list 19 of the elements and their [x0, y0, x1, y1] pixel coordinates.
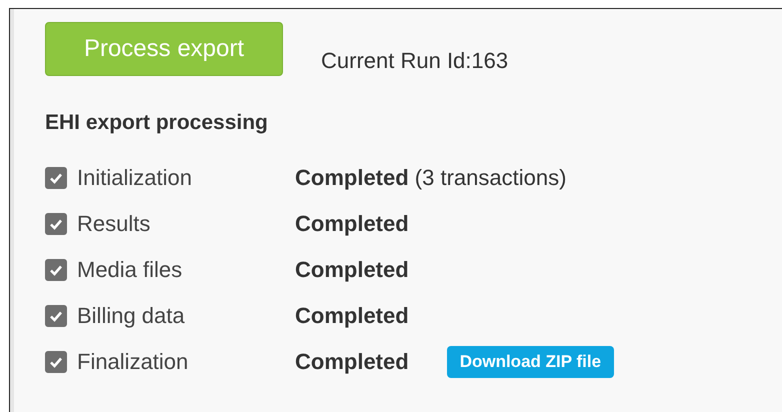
checkbox[interactable] [45, 258, 67, 280]
process-export-button[interactable]: Process export [45, 22, 283, 76]
step-label: Finalization [77, 348, 190, 374]
checkbox[interactable] [45, 350, 67, 372]
step-label: Initialization [77, 164, 193, 190]
section-heading: EHI export processing [45, 111, 269, 135]
checkbox[interactable] [45, 212, 67, 234]
step-status: Completed [295, 256, 409, 282]
step-label: Results [77, 210, 152, 236]
checkbox[interactable] [45, 166, 67, 188]
step-label: Billing data [77, 302, 186, 328]
step-status: Completed [295, 302, 409, 328]
step-label: Media files [77, 256, 184, 282]
download-button[interactable]: Download ZIP file [446, 346, 614, 378]
step-status: Completed [295, 210, 409, 236]
checkbox[interactable] [45, 304, 67, 326]
step-status: Completed (3 transactions) [295, 164, 566, 190]
run-id-text: Current Run Id:163 [321, 48, 508, 74]
step-status: Completed [295, 348, 409, 374]
